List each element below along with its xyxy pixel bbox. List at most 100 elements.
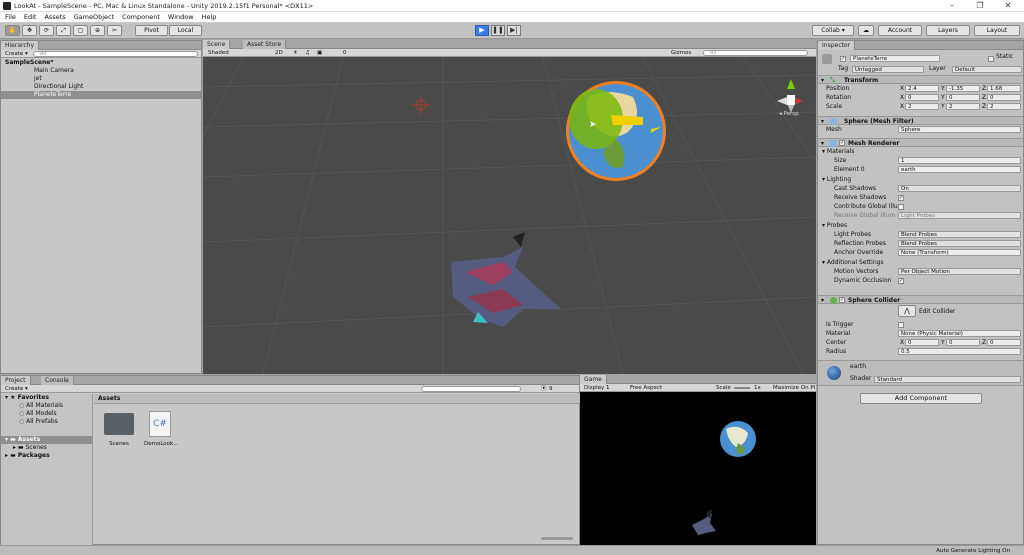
menu-assets[interactable]: Assets: [40, 12, 69, 23]
scale-x-input[interactable]: 2: [905, 103, 939, 110]
element0-material-field[interactable]: earth: [898, 166, 1021, 173]
tab-console[interactable]: Console: [41, 376, 74, 385]
breadcrumb[interactable]: Assets: [94, 394, 580, 404]
project-search-input[interactable]: [421, 386, 521, 392]
menu-help[interactable]: Help: [198, 12, 221, 23]
display-dropdown[interactable]: Display 1: [584, 384, 610, 392]
maximize-button[interactable]: ❐: [966, 0, 994, 12]
menu-component[interactable]: Component: [118, 12, 164, 23]
additional-settings-foldout[interactable]: ▾ Additional Settings: [822, 258, 884, 267]
light-probes-dropdown[interactable]: Blend Probes: [898, 231, 1021, 238]
center-y-input[interactable]: 0: [946, 339, 980, 346]
scene-root-item[interactable]: SampleScene*: [1, 59, 201, 67]
rotation-z-input[interactable]: 0: [987, 94, 1021, 101]
close-button[interactable]: ✕: [994, 0, 1022, 12]
cast-shadows-dropdown[interactable]: On: [898, 185, 1021, 192]
contribute-gi-checkbox[interactable]: [898, 204, 904, 210]
cloud-icon[interactable]: ☁: [858, 25, 874, 36]
transform-tool-icon[interactable]: ⊕: [90, 25, 105, 36]
hierarchy-item-main-camera[interactable]: Main Camera: [1, 67, 201, 75]
materials-foldout[interactable]: ▾ Materials: [822, 147, 854, 156]
dynamic-occlusion-checkbox[interactable]: ✓: [898, 278, 904, 284]
favorites-folder[interactable]: ▾ ★ Favorites: [1, 394, 92, 402]
tab-asset-store[interactable]: Asset Store: [243, 40, 287, 49]
position-x-input[interactable]: 2.4: [905, 85, 939, 92]
tag-dropdown[interactable]: Untagged: [852, 66, 924, 73]
custom-tool-icon[interactable]: ✂: [107, 25, 122, 36]
scene-search-input[interactable]: All: [703, 50, 808, 56]
play-button[interactable]: ▶: [475, 25, 489, 36]
rotation-y-input[interactable]: 0: [946, 94, 980, 101]
rect-tool-icon[interactable]: ▢: [73, 25, 88, 36]
lighting-toggle-icon[interactable]: ☀: [293, 49, 298, 57]
add-component-button[interactable]: Add Component: [860, 393, 982, 404]
static-checkbox[interactable]: [988, 56, 994, 62]
tab-inspector[interactable]: Inspector: [818, 41, 855, 50]
pivot-toggle[interactable]: Pivot: [135, 25, 168, 36]
eye-counter-icon[interactable]: ⦿: [541, 385, 547, 393]
scale-y-input[interactable]: 2: [946, 103, 980, 110]
center-x-input[interactable]: 0: [905, 339, 939, 346]
lighting-foldout[interactable]: ▾ Lighting: [822, 175, 851, 184]
shading-mode-dropdown[interactable]: Shaded: [208, 49, 229, 57]
aspect-dropdown[interactable]: Free Aspect: [630, 384, 662, 392]
is-trigger-checkbox[interactable]: [898, 322, 904, 328]
mesh-renderer-header[interactable]: ▾ ✓ Mesh Renderer: [818, 138, 1023, 147]
menu-window[interactable]: Window: [164, 12, 198, 23]
pause-button[interactable]: ❚❚: [491, 25, 505, 36]
account-dropdown[interactable]: Account: [878, 25, 922, 36]
layers-dropdown[interactable]: Layers: [926, 25, 970, 36]
anchor-override-field[interactable]: None (Transform): [898, 249, 1021, 256]
gizmos-dropdown[interactable]: Gizmos: [671, 49, 691, 57]
tab-game[interactable]: Game: [580, 375, 607, 384]
sphere-collider-header[interactable]: ▾ ✓ Sphere Collider: [818, 295, 1023, 304]
mesh-renderer-enabled-checkbox[interactable]: ✓: [839, 140, 845, 146]
scale-slider[interactable]: [734, 387, 750, 389]
hierarchy-item-jet[interactable]: jet: [1, 75, 201, 83]
hierarchy-search-input[interactable]: All: [33, 51, 198, 57]
maximize-on-play-toggle[interactable]: Maximize On Pl: [773, 384, 815, 392]
scenes-folder[interactable]: ▸ ▬ Scenes: [1, 444, 92, 452]
material-header[interactable]: earth Shader Standard: [818, 360, 1023, 386]
2d-toggle[interactable]: 2D: [275, 49, 283, 57]
rotate-tool-icon[interactable]: ⟳: [39, 25, 54, 36]
sphere-collider-enabled-checkbox[interactable]: ✓: [839, 297, 845, 303]
tab-project[interactable]: Project: [1, 376, 31, 385]
scale-z-input[interactable]: 2: [987, 103, 1021, 110]
hierarchy-item-directional-light[interactable]: Directional Light: [1, 83, 201, 91]
hierarchy-create-button[interactable]: Create ▾: [5, 50, 28, 58]
tab-hierarchy[interactable]: Hierarchy: [1, 41, 40, 50]
persp-label[interactable]: ◂ Persp: [779, 111, 799, 117]
reflection-probes-dropdown[interactable]: Blend Probes: [898, 240, 1021, 247]
audio-toggle-icon[interactable]: ♫: [305, 49, 310, 57]
mesh-field[interactable]: Sphere: [898, 126, 1021, 133]
receive-shadows-checkbox[interactable]: ✓: [898, 195, 904, 201]
object-name-input[interactable]: PlaneteTerre: [850, 55, 940, 62]
hierarchy-item-planeteterre[interactable]: PlaneteTerre: [1, 91, 201, 99]
materials-size-input[interactable]: 1: [898, 157, 1021, 164]
packages-folder[interactable]: ▸ ▬ Packages: [1, 452, 92, 460]
step-button[interactable]: ▶|: [507, 25, 521, 36]
icon-size-slider[interactable]: [541, 537, 573, 540]
assets-folder[interactable]: ▾ ▬ Assets: [1, 436, 92, 444]
active-checkbox[interactable]: ✓: [840, 56, 846, 62]
project-create-button[interactable]: Create ▾: [5, 385, 28, 393]
menu-gameobject[interactable]: GameObject: [70, 12, 119, 23]
minimize-button[interactable]: –: [938, 0, 966, 12]
position-y-input[interactable]: -1.35: [946, 85, 980, 92]
center-z-input[interactable]: 0: [987, 339, 1021, 346]
tab-scene[interactable]: Scene: [203, 40, 231, 49]
favorite-all-prefabs[interactable]: ◌ All Prefabs: [1, 418, 92, 426]
edit-collider-button[interactable]: ⋀: [898, 305, 916, 317]
mesh-filter-header[interactable]: ▾ Sphere (Mesh Filter): [818, 116, 1023, 125]
position-z-input[interactable]: 1.68: [987, 85, 1021, 92]
radius-input[interactable]: 0.5: [898, 348, 1021, 355]
asset-demolook-script[interactable]: C# DemoLook...: [144, 411, 178, 451]
game-viewport[interactable]: [580, 393, 816, 545]
menu-file[interactable]: File: [1, 12, 20, 23]
menu-edit[interactable]: Edit: [20, 12, 41, 23]
scene-viewport[interactable]: ◂ Persp ➤: [203, 57, 816, 374]
move-tool-icon[interactable]: ✥: [22, 25, 37, 36]
rotation-x-input[interactable]: 0: [905, 94, 939, 101]
layer-dropdown[interactable]: Default: [952, 66, 1022, 73]
